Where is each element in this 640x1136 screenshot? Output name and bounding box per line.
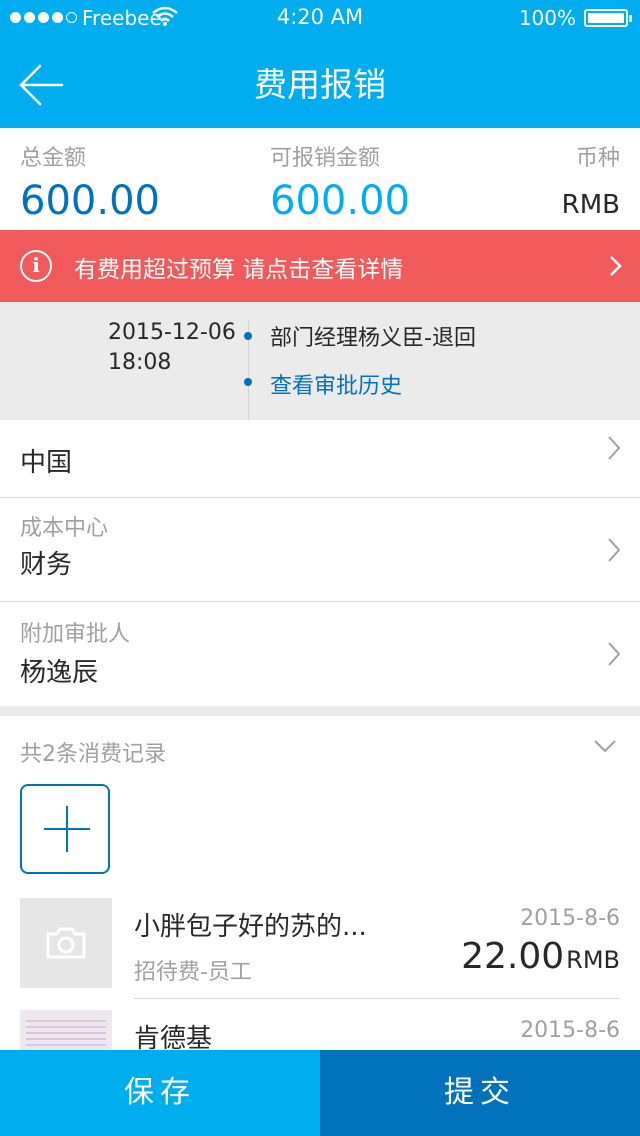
camera-icon [46,927,86,959]
chevron-right-icon [610,256,622,276]
currency-label: 币种 [575,146,620,171]
chevron-right-icon [608,436,620,460]
timeline-dot [244,378,252,386]
expense-records: 共2条消费记录 小胖包子好的苏的... 2015-8-6 招待费-员工 22.0… [0,716,640,1050]
cost-center-row[interactable]: 成本中心 财务 [0,498,640,602]
total-amount-value: 600.00 [20,178,160,224]
battery-percent: 100% [518,6,576,30]
cost-center-value: 财务 [20,550,73,580]
save-button[interactable]: 保存 [0,1050,320,1136]
approval-time: 18:08 [108,350,172,375]
record-amount: 22.00RMB [461,936,620,977]
status-bar: Freebee 4:20 AM 100% [0,0,640,36]
list-item[interactable]: 肯德基 2015-8-6 [0,1010,640,1050]
cost-center-label: 成本中心 [20,516,109,541]
reimbursable-amount-value: 600.00 [270,178,410,224]
approval-history-link[interactable]: 查看审批历史 [270,368,402,400]
record-title: 小胖包子好的苏的... [134,912,367,942]
approval-status: 部门经理杨义臣-退回 [270,326,476,351]
submit-button[interactable]: 提交 [320,1050,640,1136]
list-item[interactable]: 小胖包子好的苏的... 2015-8-6 招待费-员工 22.00RMB [0,898,640,1010]
additional-approver-value: 杨逸辰 [20,658,99,688]
record-category: 招待费-员工 [134,960,252,985]
record-amount-currency: RMB [566,946,620,974]
battery-icon [584,9,632,27]
additional-approver-row[interactable]: 附加审批人 杨逸辰 [0,602,640,706]
approval-date: 2015-12-06 [108,320,236,345]
record-title: 肯德基 [134,1024,213,1050]
additional-approver-label: 附加审批人 [20,622,131,647]
chevron-down-icon[interactable] [594,740,616,752]
currency-value: RMB [561,190,620,220]
reimbursable-amount-label: 可报销金额 [270,146,381,171]
total-amount-label: 总金额 [20,146,87,171]
chevron-right-icon [608,642,620,666]
add-record-button[interactable] [20,784,110,874]
record-date: 2015-8-6 [520,906,620,931]
bottom-action-bar: 保存 提交 [0,1050,640,1136]
records-count-header: 共2条消费记录 [20,742,166,767]
currency: 币种 RMB [562,140,620,220]
amount-summary: 总金额 600.00 可报销金额 600.00 币种 RMB [0,128,640,230]
photo-placeholder[interactable] [20,898,112,988]
record-divider [134,998,620,999]
budget-warning-banner[interactable]: i 有费用超过预算 请点击查看详情 [0,230,640,302]
record-date: 2015-8-6 [520,1018,620,1043]
header: Freebee 4:20 AM 100% 费用报销 [0,0,640,128]
chevron-right-icon [608,538,620,562]
receipt-thumbnail[interactable] [20,1010,112,1050]
record-amount-value: 22.00 [461,936,565,977]
total-amount: 总金额 600.00 [20,140,160,224]
timeline-dot [244,332,252,340]
page-title: 费用报销 [254,65,386,104]
reimbursable-amount: 可报销金额 600.00 [270,140,410,224]
info-icon: i [20,250,52,282]
budget-warning-text: 有费用超过预算 请点击查看详情 [74,257,404,283]
project-center-value: 中国 [20,448,73,478]
section-divider [0,706,640,716]
approval-timeline: 2015-12-06 18:08 部门经理杨义臣-退回 查看审批历史 [0,302,640,420]
